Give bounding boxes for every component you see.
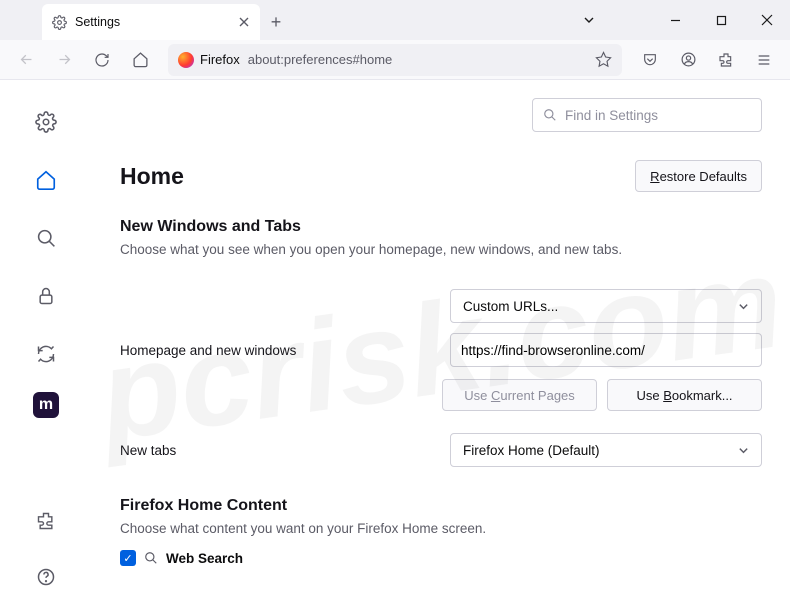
titlebar: Settings + (0, 0, 790, 40)
use-bookmark-button[interactable]: Use Bookmark... (607, 379, 762, 411)
search-icon (144, 551, 158, 565)
minimize-button[interactable] (652, 0, 698, 40)
extensions-icon[interactable] (710, 44, 742, 76)
section-new-windows-heading: New Windows and Tabs (120, 218, 762, 236)
homepage-url-input[interactable] (450, 333, 762, 367)
section-home-content-heading: Firefox Home Content (120, 497, 762, 515)
new-tab-button[interactable]: + (260, 4, 292, 40)
homepage-mode-value: Custom URLs... (463, 299, 558, 314)
chevron-down-icon (738, 445, 749, 456)
firefox-icon (178, 52, 194, 68)
reload-button[interactable] (86, 44, 118, 76)
identity-label: Firefox (200, 52, 240, 67)
back-button[interactable] (10, 44, 42, 76)
chevron-down-icon (738, 301, 749, 312)
home-button[interactable] (124, 44, 156, 76)
homepage-mode-select[interactable]: Custom URLs... (450, 289, 762, 323)
sidebar-help-icon[interactable] (26, 557, 66, 597)
search-placeholder: Find in Settings (565, 108, 658, 123)
newtabs-label: New tabs (120, 443, 450, 458)
section-home-content-sub: Choose what content you want on your Fir… (120, 521, 762, 536)
sidebar-more-icon[interactable]: m (33, 392, 59, 418)
close-window-button[interactable] (744, 0, 790, 40)
pocket-icon[interactable] (634, 44, 666, 76)
newtabs-select[interactable]: Firefox Home (Default) (450, 433, 762, 467)
gear-icon (52, 15, 67, 30)
window-controls (566, 0, 790, 40)
url-text: about:preferences#home (248, 52, 393, 67)
sidebar-privacy-icon[interactable] (26, 276, 66, 316)
web-search-label: Web Search (166, 551, 243, 566)
sidebar-search-icon[interactable] (26, 218, 66, 258)
browser-tab[interactable]: Settings (42, 4, 260, 40)
star-icon[interactable] (595, 51, 612, 68)
newtabs-value: Firefox Home (Default) (463, 443, 600, 458)
sidebar-home-icon[interactable] (26, 160, 66, 200)
settings-content: Find in Settings Home RRestore Defaultse… (92, 80, 790, 615)
toolbar: Firefox about:preferences#home (0, 40, 790, 80)
account-icon[interactable] (672, 44, 704, 76)
sidebar-extensions-icon[interactable] (26, 501, 66, 541)
tab-title: Settings (75, 15, 230, 29)
close-tab-icon[interactable] (238, 16, 250, 28)
web-search-checkbox[interactable]: ✓ (120, 550, 136, 566)
search-icon (543, 108, 557, 122)
identity-box[interactable]: Firefox (178, 52, 240, 68)
url-bar[interactable]: Firefox about:preferences#home (168, 44, 622, 76)
use-current-pages-button[interactable]: Use Current Pages (442, 379, 597, 411)
page-title: Home (120, 163, 184, 190)
settings-sidebar: m (0, 80, 92, 615)
find-in-settings-input[interactable]: Find in Settings (532, 98, 762, 132)
sidebar-general-icon[interactable] (26, 102, 66, 142)
homepage-label: Homepage and new windows (120, 343, 450, 358)
sidebar-sync-icon[interactable] (26, 334, 66, 374)
chevron-down-icon[interactable] (566, 0, 612, 40)
restore-defaults-button[interactable]: RRestore Defaultsestore Defaults (635, 160, 762, 192)
menu-icon[interactable] (748, 44, 780, 76)
forward-button[interactable] (48, 44, 80, 76)
section-new-windows-sub: Choose what you see when you open your h… (120, 242, 762, 257)
maximize-button[interactable] (698, 0, 744, 40)
